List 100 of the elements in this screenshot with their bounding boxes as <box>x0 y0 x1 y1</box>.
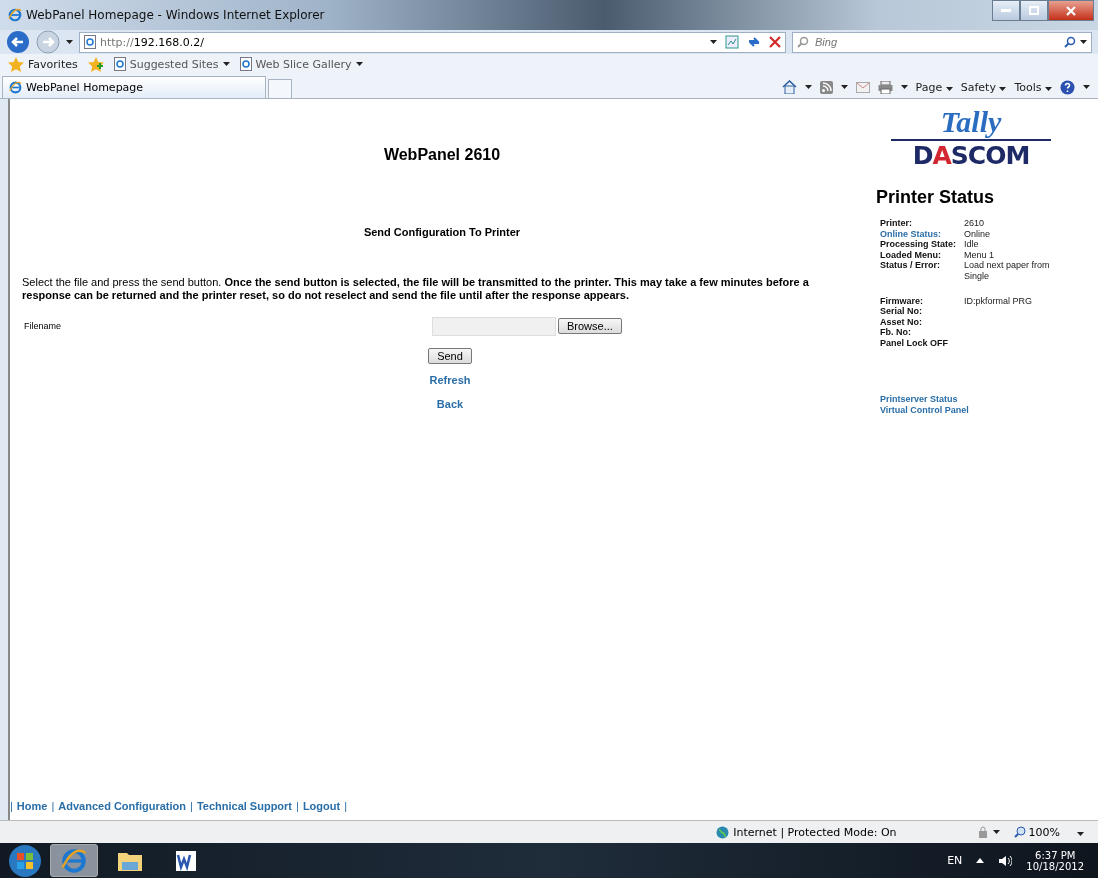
browser-icon <box>61 847 87 874</box>
command-menu[interactable]: Page <box>915 80 953 94</box>
page-icon <box>239 57 252 71</box>
zoom-icon <box>1013 826 1026 838</box>
caret-icon <box>1045 86 1052 91</box>
caret-icon <box>1083 85 1090 89</box>
instructions-text: Select the file and press the send button. Once the send button is selected, the file will be transmitted to the printer. This may take a few minutes before a response can be returned and the printer reset, so do not reselect and send the file until after the response appears. <box>22 276 810 302</box>
caret-icon <box>1080 40 1087 44</box>
separator: | <box>51 800 55 812</box>
page-icon <box>84 35 96 49</box>
status-value: Menu 1 <box>964 249 996 261</box>
search-icon[interactable] <box>1064 36 1076 48</box>
status-label: Panel Lock OFF <box>880 337 949 349</box>
status-value: ID:pkformal PRG <box>964 295 1033 307</box>
logo-text: DASCOM <box>912 143 1030 169</box>
browser-tab[interactable]: WebPanel Homepage <box>2 76 266 98</box>
separator: | <box>10 800 13 812</box>
footer-link[interactable]: Logout <box>302 800 341 812</box>
favorites-link[interactable]: Suggested Sites <box>129 57 219 71</box>
caret-icon <box>992 830 1000 834</box>
status-label: Status / Error: <box>880 260 941 273</box>
caret-icon <box>945 86 953 91</box>
browser-icon <box>9 81 22 94</box>
security-zone: Internet | Protected Mode: On <box>733 825 897 839</box>
close-icon <box>1066 5 1076 16</box>
caret-icon <box>999 86 1007 91</box>
command-menu[interactable]: Tools <box>1014 80 1052 94</box>
caret-icon <box>66 40 73 44</box>
status-label: Serial No: <box>880 306 923 317</box>
globe-icon <box>716 825 730 839</box>
caret-icon <box>804 85 812 89</box>
caret-icon <box>900 85 908 89</box>
caret-icon <box>222 62 230 66</box>
back-button[interactable] <box>6 30 30 54</box>
status-value: Idle <box>964 239 980 250</box>
stop-icon[interactable] <box>769 36 781 48</box>
browse-button[interactable]: Browse... <box>558 318 622 334</box>
logo-text: Tally <box>940 107 1002 137</box>
home-icon[interactable] <box>781 80 797 94</box>
minimize-icon <box>1001 9 1011 12</box>
refresh-icon[interactable] <box>747 35 761 49</box>
status-label: Processing State: <box>880 239 958 250</box>
caret-icon <box>1077 831 1084 836</box>
favorites-link[interactable]: Web Slice Gallery <box>255 57 352 71</box>
address-field[interactable]: http://192.168.0.2/ <box>79 31 786 53</box>
language-indicator[interactable]: EN <box>947 854 963 867</box>
zoom-level[interactable]: 100% <box>1028 825 1060 839</box>
status-label: Loaded Menu: <box>880 249 942 261</box>
status-label: Asset No: <box>880 316 923 328</box>
nav-link[interactable]: Refresh <box>429 374 471 386</box>
clock-date: 10/18/2012 <box>1026 860 1084 872</box>
caret-icon[interactable] <box>976 858 985 863</box>
status-link[interactable]: Online Status: <box>880 228 964 240</box>
minimize-button[interactable] <box>992 0 1020 21</box>
status-label: Fb. No: <box>880 327 912 338</box>
status-value: Load next paper from Single <box>964 260 1051 282</box>
print-icon[interactable] <box>877 80 893 94</box>
sidebar-link[interactable]: Virtual Control Panel <box>880 404 1098 416</box>
search-icon <box>797 36 809 48</box>
page-heading: WebPanel 2610 <box>383 146 501 163</box>
status-label: Firmware: <box>880 295 924 307</box>
status-value: Online <box>964 228 991 240</box>
send-button[interactable]: Send <box>428 348 472 364</box>
separator: | <box>296 800 299 812</box>
favorites-button[interactable]: Favorites <box>28 57 78 71</box>
lock-icon[interactable] <box>976 826 989 838</box>
maximize-icon <box>1029 6 1039 15</box>
caret-icon <box>355 62 363 66</box>
separator: | <box>344 800 347 812</box>
start-button[interactable] <box>8 843 42 878</box>
filename-field[interactable] <box>432 316 556 336</box>
browser-icon <box>8 8 22 22</box>
speaker-icon[interactable] <box>998 854 1013 867</box>
footer-link[interactable]: Technical Support <box>196 800 292 812</box>
page-icon <box>113 57 126 71</box>
filename-label: Filename <box>23 321 62 331</box>
footer-link[interactable]: Advanced Configuration <box>58 800 186 812</box>
status-title: Printer Status <box>876 187 995 207</box>
nav-link[interactable]: Back <box>436 398 464 410</box>
compatibility-icon[interactable] <box>725 35 739 49</box>
clock-time: 6:37 PM <box>1035 849 1076 861</box>
status-value: 2610 <box>964 218 986 229</box>
status-label: Printer: <box>880 218 913 229</box>
search-input[interactable]: Bing <box>813 35 1060 49</box>
section-title: Send Configuration To Printer <box>363 226 521 238</box>
sidebar-link[interactable]: Printserver Status <box>880 393 1098 405</box>
command-menu[interactable]: Safety <box>960 80 1007 94</box>
footer-link[interactable]: Home <box>16 800 48 812</box>
add-favorite-icon <box>87 56 104 72</box>
separator: | <box>190 800 193 812</box>
close-button[interactable] <box>1048 0 1094 21</box>
favorites-star-icon <box>8 56 24 72</box>
help-icon[interactable] <box>1060 79 1075 95</box>
search-box[interactable]: Bing <box>792 31 1092 53</box>
document-icon <box>174 848 198 873</box>
caret-icon <box>840 85 848 89</box>
window-title: WebPanel Homepage - Windows Internet Explorer <box>26 8 326 22</box>
caret-icon <box>710 40 717 44</box>
feed-icon[interactable] <box>819 80 833 94</box>
maximize-button[interactable] <box>1020 0 1048 21</box>
